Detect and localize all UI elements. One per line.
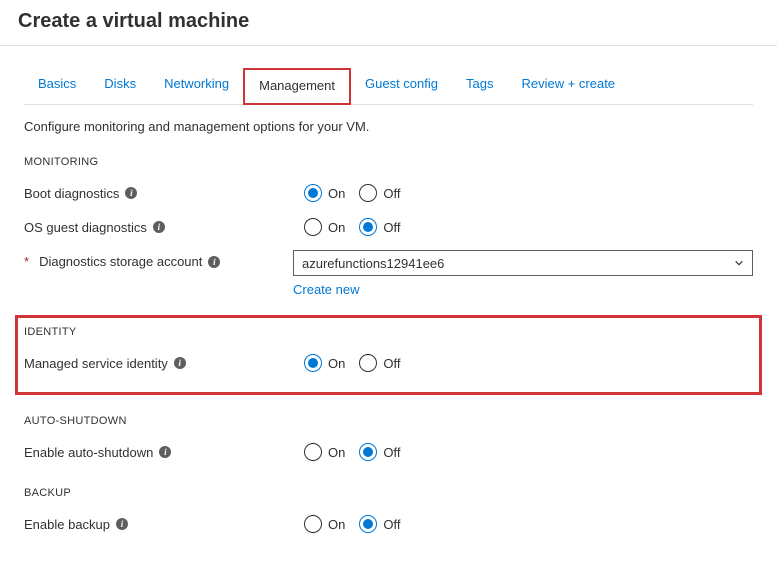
section-identity-heading: IDENTITY	[24, 326, 753, 338]
tabs: Basics Disks Networking Management Guest…	[24, 68, 753, 105]
radio-backup-off[interactable]: Off	[359, 515, 400, 533]
radio-label-on: On	[328, 517, 345, 532]
section-monitoring-heading: MONITORING	[24, 156, 753, 168]
row-enable-autoshutdown: Enable auto-shutdown i On Off	[24, 437, 753, 467]
info-icon[interactable]: i	[116, 518, 128, 530]
radio-os-diag-on[interactable]: On	[304, 218, 345, 236]
info-icon[interactable]: i	[153, 221, 165, 233]
radio-label-on: On	[328, 445, 345, 460]
section-autoshutdown-heading: AUTO-SHUTDOWN	[24, 415, 753, 427]
page-title: Create a virtual machine	[0, 0, 777, 46]
label-enable-autoshutdown: Enable auto-shutdown	[24, 445, 153, 460]
label-storage-account: Diagnostics storage account	[39, 254, 202, 269]
radio-os-diag-off[interactable]: Off	[359, 218, 400, 236]
radio-label-off: Off	[383, 445, 400, 460]
label-os-diagnostics: OS guest diagnostics	[24, 220, 147, 235]
tab-guest-config[interactable]: Guest config	[351, 68, 452, 104]
info-icon[interactable]: i	[159, 446, 171, 458]
tab-management[interactable]: Management	[243, 68, 351, 105]
radio-msi-off[interactable]: Off	[359, 354, 400, 372]
label-enable-backup: Enable backup	[24, 517, 110, 532]
tab-tags[interactable]: Tags	[452, 68, 507, 104]
radio-label-on: On	[328, 186, 345, 201]
select-storage-account[interactable]: azurefunctions12941ee6	[293, 250, 753, 276]
info-icon[interactable]: i	[125, 187, 137, 199]
tab-networking[interactable]: Networking	[150, 68, 243, 104]
radio-label-on: On	[328, 356, 345, 371]
radio-label-off: Off	[383, 356, 400, 371]
label-managed-service-identity: Managed service identity	[24, 356, 168, 371]
radio-autoshutdown-off[interactable]: Off	[359, 443, 400, 461]
info-icon[interactable]: i	[174, 357, 186, 369]
chevron-down-icon	[734, 258, 744, 268]
tab-disks[interactable]: Disks	[90, 68, 150, 104]
row-managed-service-identity: Managed service identity i On Off	[24, 348, 753, 378]
row-storage-account: * Diagnostics storage account i azurefun…	[24, 250, 753, 297]
required-indicator: *	[24, 254, 29, 269]
tab-basics[interactable]: Basics	[24, 68, 90, 104]
tab-review-create[interactable]: Review + create	[507, 68, 629, 104]
radio-label-off: Off	[383, 220, 400, 235]
radio-backup-on[interactable]: On	[304, 515, 345, 533]
radio-msi-on[interactable]: On	[304, 354, 345, 372]
radio-label-off: Off	[383, 186, 400, 201]
identity-highlight: IDENTITY Managed service identity i On O…	[15, 315, 762, 395]
row-boot-diagnostics: Boot diagnostics i On Off	[24, 178, 753, 208]
info-icon[interactable]: i	[208, 256, 220, 268]
intro-text: Configure monitoring and management opti…	[24, 119, 753, 134]
link-create-new-storage[interactable]: Create new	[293, 282, 359, 297]
row-enable-backup: Enable backup i On Off	[24, 509, 753, 539]
radio-autoshutdown-on[interactable]: On	[304, 443, 345, 461]
row-os-diagnostics: OS guest diagnostics i On Off	[24, 212, 753, 242]
radio-boot-diag-off[interactable]: Off	[359, 184, 400, 202]
label-boot-diagnostics: Boot diagnostics	[24, 186, 119, 201]
section-backup-heading: BACKUP	[24, 487, 753, 499]
radio-boot-diag-on[interactable]: On	[304, 184, 345, 202]
radio-label-off: Off	[383, 517, 400, 532]
radio-label-on: On	[328, 220, 345, 235]
select-value: azurefunctions12941ee6	[302, 256, 444, 271]
